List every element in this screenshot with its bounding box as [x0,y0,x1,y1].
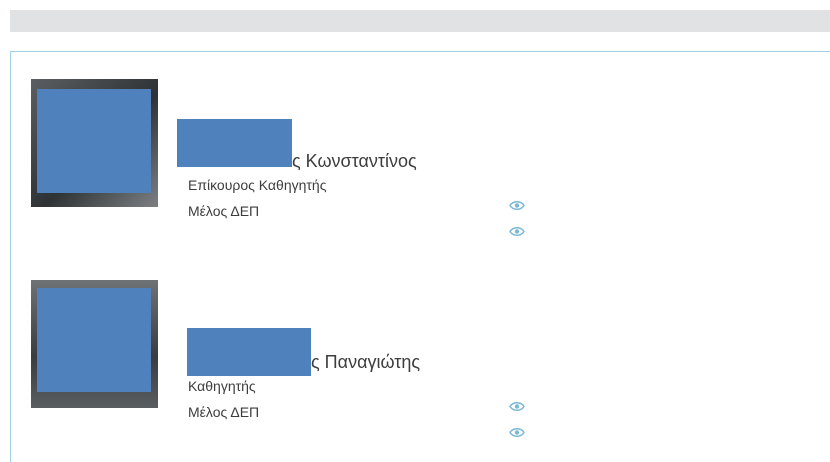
eye-icon[interactable] [509,427,525,438]
eye-icon[interactable] [509,401,525,412]
eye-icon[interactable] [509,200,525,211]
staff-list-panel: ς Κωνσταντίνος Επίκουρος Καθηγητής Μέλος… [10,51,830,462]
eye-icon[interactable] [509,226,525,237]
staff-name[interactable]: ς Κωνσταντίνος [292,151,417,172]
staff-name[interactable]: ς Παναγιώτης [311,352,420,373]
staff-role: Μέλος ΔΕΠ [188,404,260,420]
staff-title: Καθηγητής [188,378,256,394]
staff-card: ς Παναγιώτης Καθηγητής Μέλος ΔΕΠ [11,252,830,437]
photo-redaction [37,288,151,392]
photo-redaction [37,89,151,193]
top-bar [10,10,830,32]
staff-photo[interactable] [31,79,158,207]
staff-card: ς Κωνσταντίνος Επίκουρος Καθηγητής Μέλος… [11,52,830,236]
name-redaction [177,119,292,167]
name-redaction [187,328,311,376]
staff-photo[interactable] [31,280,158,408]
staff-title: Επίκουρος Καθηγητής [188,177,327,193]
staff-role: Μέλος ΔΕΠ [188,203,260,219]
